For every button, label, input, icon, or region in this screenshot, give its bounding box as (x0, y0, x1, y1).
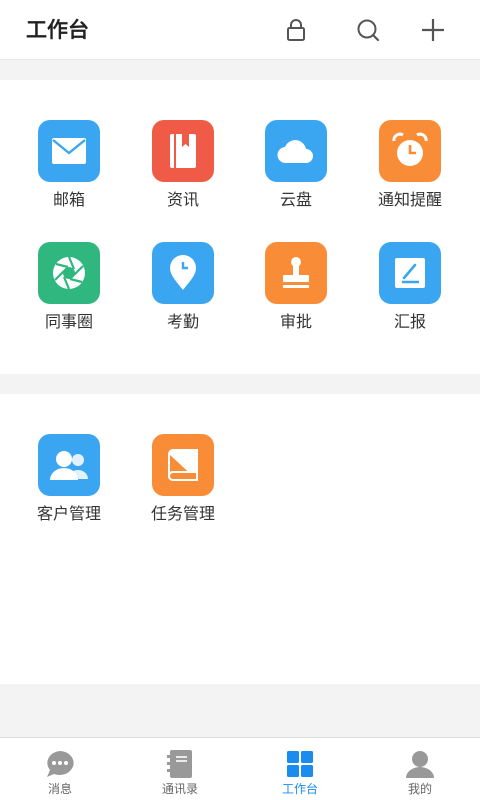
top-bar: 工作台 (0, 0, 480, 60)
app-approval[interactable]: 审批 (239, 242, 353, 333)
aperture-icon (38, 242, 100, 304)
app-customer-management[interactable]: 客户管理 (12, 434, 126, 525)
app-reminder[interactable]: 通知提醒 (353, 120, 467, 211)
edit-icon (379, 242, 441, 304)
app-colleague-circle[interactable]: 同事圈 (12, 242, 126, 333)
page-title: 工作台 (26, 18, 89, 42)
tab-contacts[interactable]: 通讯录 (120, 738, 240, 800)
app-section-management: 客户管理 任务管理 (0, 394, 480, 684)
app-cloud-drive[interactable]: 云盘 (239, 120, 353, 211)
address-book-icon (164, 748, 196, 780)
app-attendance[interactable]: 考勤 (126, 242, 240, 333)
app-task-management[interactable]: 任务管理 (126, 434, 240, 525)
book-icon (152, 434, 214, 496)
tab-workbench[interactable]: 工作台 (240, 738, 360, 800)
stamp-icon (265, 242, 327, 304)
user-icon (404, 748, 436, 780)
alarm-clock-icon (379, 120, 441, 182)
contacts-icon (38, 434, 100, 496)
grid-icon (284, 748, 316, 780)
tab-me[interactable]: 我的 (360, 738, 480, 800)
mail-icon (38, 120, 100, 182)
cloud-icon (265, 120, 327, 182)
chat-bubble-icon (44, 748, 76, 780)
notebook-icon (152, 120, 214, 182)
location-clock-icon (152, 242, 214, 304)
lock-icon[interactable] (280, 14, 312, 46)
tab-messages[interactable]: 消息 (0, 738, 120, 800)
app-news[interactable]: 资讯 (126, 120, 240, 211)
bottom-tab-bar: 消息 通讯录 工作台 我的 (0, 737, 480, 800)
plus-icon[interactable] (417, 14, 449, 46)
app-mail[interactable]: 邮箱 (12, 120, 126, 211)
search-icon[interactable] (352, 14, 384, 46)
app-report[interactable]: 汇报 (353, 242, 467, 333)
app-section-main: 邮箱 资讯 云盘 通知提醒 同事圈 考勤 审批 汇报 (0, 80, 480, 374)
